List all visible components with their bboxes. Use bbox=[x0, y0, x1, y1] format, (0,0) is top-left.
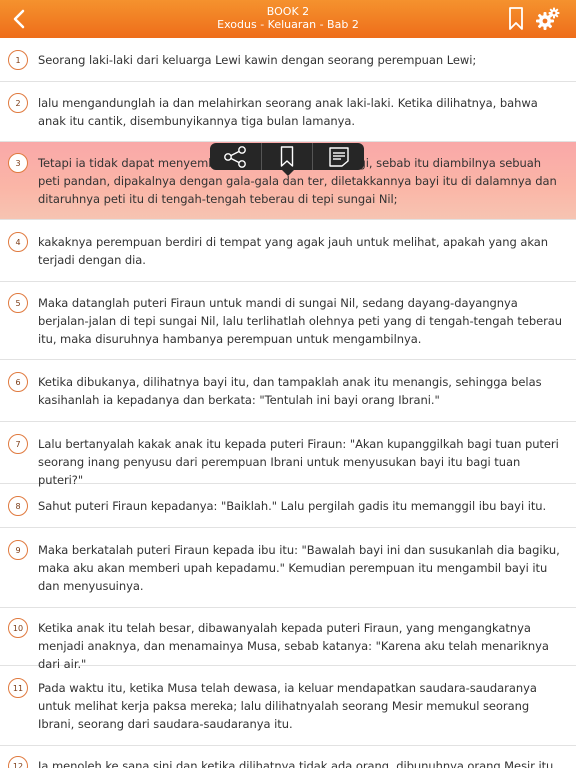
book-title: BOOK 2 bbox=[266, 5, 310, 18]
page-title: BOOK 2 Exodus - Keluaran - Bab 2 bbox=[120, 5, 456, 31]
verse-action-toolbar bbox=[210, 143, 364, 176]
note-icon bbox=[328, 146, 349, 167]
verse-number-badge: 6 bbox=[8, 372, 28, 392]
back-button[interactable] bbox=[4, 4, 34, 34]
verse-text: kakaknya perempuan berdiri di tempat yan… bbox=[38, 235, 549, 267]
verse-text: Maka berkatalah puteri Firaun kepada ibu… bbox=[38, 543, 560, 593]
share-button[interactable] bbox=[210, 143, 262, 170]
chevron-left-icon bbox=[13, 9, 25, 29]
verse-number-badge: 7 bbox=[8, 434, 28, 454]
verse-row[interactable]: 10 Ketika anak itu telah besar, dibawanya… bbox=[0, 608, 576, 671]
verse-text: Seorang laki-laki dari keluarga Lewi kaw… bbox=[38, 53, 477, 67]
verse-row[interactable]: 9 Maka berkatalah puteri Firaun kepada ib… bbox=[0, 528, 576, 608]
verse-row[interactable]: 5 Maka datanglah puteri Firaun untuk mand… bbox=[0, 282, 576, 360]
header-bar: BOOK 2 Exodus - Keluaran - Bab 2 bbox=[0, 0, 576, 38]
gear-icon bbox=[536, 7, 560, 30]
verse-number-badge: 9 bbox=[8, 540, 28, 560]
verse-row[interactable]: 12 Ia menoleh ke sana sini dan ketika dil… bbox=[0, 746, 576, 768]
share-icon bbox=[224, 145, 247, 168]
bible-reader-screen: BOOK 2 Exodus - Keluaran - Bab 2 1 Seora… bbox=[0, 0, 576, 768]
verse-text: Sahut puteri Firaun kepadanya: "Baiklah.… bbox=[38, 499, 547, 513]
verse-number-badge: 12 bbox=[8, 756, 28, 768]
verse-number-badge: 10 bbox=[8, 618, 28, 638]
verse-number-badge: 5 bbox=[8, 293, 28, 313]
verse-text: Ketika dibukanya, dilihatnya bayi itu, d… bbox=[38, 375, 542, 407]
chapter-title: Exodus - Keluaran - Bab 2 bbox=[217, 18, 359, 31]
verse-row[interactable]: 7 Lalu bertanyalah kakak anak itu kepada … bbox=[0, 422, 576, 487]
verse-text: Lalu bertanyalah kakak anak itu kepada p… bbox=[38, 437, 559, 487]
verse-number-badge: 3 bbox=[8, 153, 28, 173]
verse-row[interactable]: 8 Sahut puteri Firaun kepadanya: "Baiklah… bbox=[0, 484, 576, 528]
note-button[interactable] bbox=[313, 143, 364, 170]
verse-number-badge: 2 bbox=[8, 93, 28, 113]
verse-text: Ketika anak itu telah besar, dibawanyala… bbox=[38, 621, 549, 671]
verse-text: lalu mengandunglah ia dan melahirkan seo… bbox=[38, 96, 538, 128]
bookmark-verse-button[interactable] bbox=[262, 143, 314, 170]
verse-text: Ia menoleh ke sana sini dan ketika dilih… bbox=[38, 759, 557, 768]
bookmark-icon bbox=[509, 7, 523, 30]
verse-number-badge: 8 bbox=[8, 496, 28, 516]
settings-button[interactable] bbox=[535, 6, 561, 32]
verse-row[interactable]: 1 Seorang laki-laki dari keluarga Lewi ka… bbox=[0, 38, 576, 82]
verse-row[interactable]: 11 Pada waktu itu, ketika Musa telah dewa… bbox=[0, 666, 576, 746]
verse-row[interactable]: 6 Ketika dibukanya, dilihatnya bayi itu, … bbox=[0, 360, 576, 422]
verse-number-badge: 1 bbox=[8, 50, 28, 70]
bookmark-icon bbox=[280, 145, 294, 167]
verse-text: Maka datanglah puteri Firaun untuk mandi… bbox=[38, 296, 563, 346]
verse-text: Pada waktu itu, ketika Musa telah dewasa… bbox=[38, 681, 537, 731]
verse-number-badge: 11 bbox=[8, 678, 28, 698]
verse-number-badge: 4 bbox=[8, 232, 28, 252]
verse-row[interactable]: 4 kakaknya perempuan berdiri di tempat ya… bbox=[0, 220, 576, 282]
bookmark-button[interactable] bbox=[505, 5, 527, 33]
verse-row[interactable]: 2 lalu mengandunglah ia dan melahirkan se… bbox=[0, 82, 576, 142]
